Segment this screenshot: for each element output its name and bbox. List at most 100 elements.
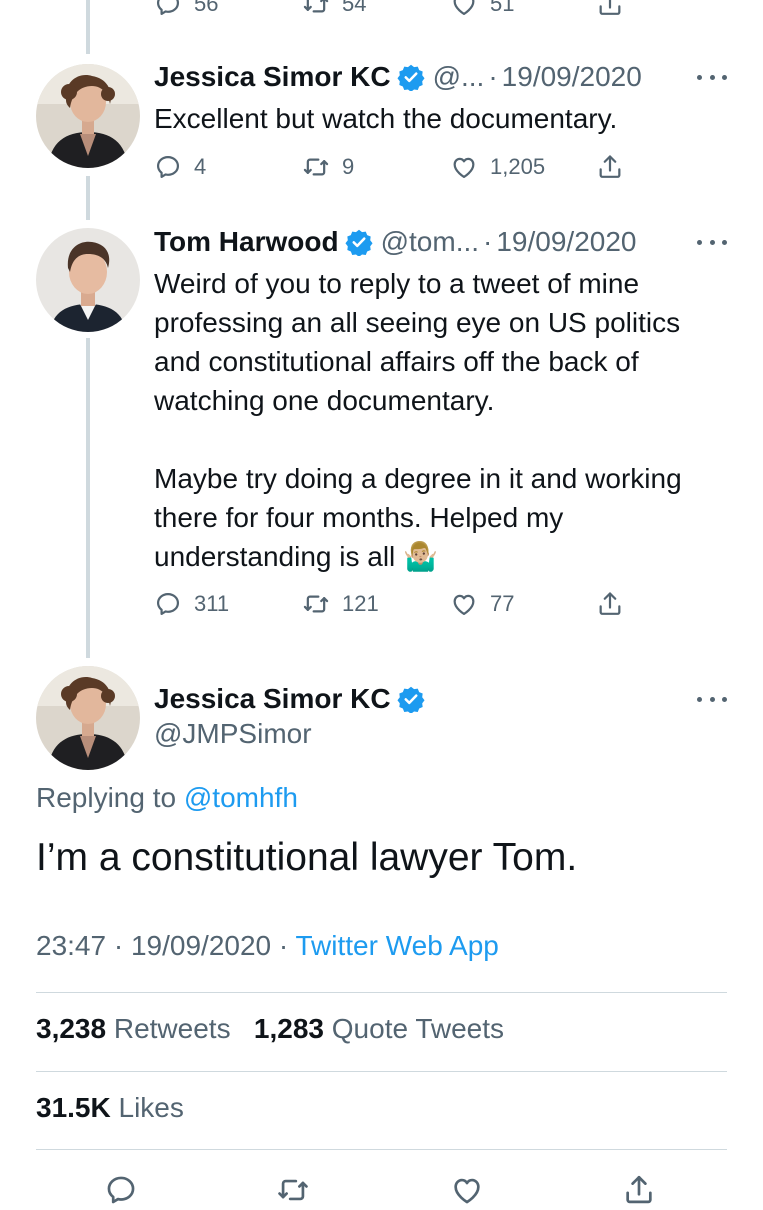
main-tweet-text: I’m a constitutional lawyer Tom. (36, 836, 578, 879)
share-icon (599, 0, 621, 15)
tweet1-separator: · (488, 61, 498, 92)
retweet-icon (303, 595, 329, 613)
tweet2-text: Weird of you to reply to a tweet of mine… (154, 264, 682, 576)
tweet2-text-line: watching one documentary. (154, 385, 495, 416)
verified-badge-icon (397, 685, 425, 713)
reply-icon (156, 592, 180, 616)
tweet2-share-button[interactable] (596, 584, 624, 624)
main-share-button[interactable] (622, 1170, 656, 1210)
main-tweet-meta: 23:47 · 19/09/2020 · Twitter Web App (36, 930, 499, 962)
quote-tweets-stat[interactable]: 1,283 Quote Tweets (254, 1013, 504, 1044)
prev-share-button[interactable] (596, 0, 624, 24)
prev-retweet-button[interactable]: 54 (302, 0, 366, 24)
tweet1-name[interactable]: Jessica Simor KC (154, 61, 391, 93)
prev-like-count: 51 (490, 0, 515, 16)
main-tweet-handle[interactable]: @JMPSimor (154, 718, 312, 750)
retweet-icon (303, 0, 329, 13)
quote-tweets-label: Quote Tweets (331, 1013, 505, 1044)
reply-icon (107, 1176, 135, 1204)
tweet2-retweet-count: 121 (342, 591, 379, 616)
verified-badge-icon (345, 228, 373, 256)
tweet2-header: Tom Harwood @tom... · 19/09/2020 (154, 222, 637, 262)
prev-reply-count: 56 (194, 0, 219, 16)
divider (36, 1149, 727, 1150)
main-tweet-header: Jessica Simor KC (154, 679, 425, 719)
replying-to-label: Replying to (36, 782, 177, 813)
main-reply-button[interactable] (104, 1170, 138, 1210)
tweet2-actions: 311 121 77 (154, 584, 634, 624)
avatar-jessica-main[interactable] (36, 666, 140, 770)
likes-count: 31.5K (36, 1092, 111, 1123)
divider (36, 992, 727, 993)
tweet2-text-line: Weird of you to reply to a tweet of mine (154, 268, 640, 299)
likes-label: Likes (118, 1092, 184, 1123)
tweet2-text-line: and constitutional affairs off the back … (154, 346, 639, 377)
more-icon[interactable] (697, 694, 727, 704)
prev-like-button[interactable]: 51 (450, 0, 514, 24)
tweet1-actions: 4 9 1,205 (154, 147, 634, 187)
tweet2-text-line: professing an all seeing eye on US polit… (154, 307, 681, 338)
tweet2-like-button[interactable]: 77 (450, 584, 514, 624)
avatar-tom[interactable] (36, 228, 140, 332)
tweet1-date[interactable]: 19/09/2020 (502, 61, 642, 93)
tweet1-share-button[interactable] (596, 147, 624, 187)
more-icon[interactable] (697, 72, 727, 82)
divider (36, 1071, 727, 1072)
tweet2-name[interactable]: Tom Harwood (154, 226, 339, 258)
main-tweet-name[interactable]: Jessica Simor KC (154, 683, 391, 715)
main-tweet-time[interactable]: 23:47 (36, 930, 106, 961)
thread-line-2 (86, 338, 90, 658)
avatar-jessica-1[interactable] (36, 64, 140, 168)
tweet2-retweet-button[interactable]: 121 (302, 584, 379, 624)
share-icon (599, 155, 621, 178)
prev-reply-button[interactable]: 56 (154, 0, 218, 24)
tweet1-text: Excellent but watch the documentary. (154, 103, 618, 134)
prev-tweet-actions: 56 54 51 (154, 0, 634, 24)
reply-icon (156, 0, 180, 16)
main-tweet-actions (0, 1170, 763, 1210)
tweet2-text-line: Maybe try doing a degree in it and worki… (154, 463, 682, 494)
tweet1-handle[interactable]: @... (433, 61, 485, 93)
tweet2-reply-count: 311 (194, 591, 230, 616)
retweets-count: 3,238 (36, 1013, 107, 1044)
tweet1-retweet-count: 9 (342, 154, 355, 179)
main-tweet-date[interactable]: 19/09/2020 (131, 930, 271, 961)
prev-retweet-count: 54 (342, 0, 367, 16)
tweet2-reply-button[interactable]: 311 (154, 584, 229, 624)
replying-to: Replying to @tomhfh (36, 782, 298, 814)
avatar-jessica-image (36, 666, 140, 770)
avatar-jessica-image (36, 64, 140, 168)
avatar-tom-image (36, 228, 140, 332)
like-icon (453, 0, 475, 16)
more-icon[interactable] (697, 237, 727, 247)
shrug-emoji: 🤷🏼‍♂️ (403, 541, 438, 572)
likes-stat[interactable]: 31.5K Likes (36, 1092, 184, 1124)
retweets-stat[interactable]: 3,238 Retweets (36, 1013, 231, 1044)
main-like-button[interactable] (450, 1170, 484, 1210)
like-icon (454, 1178, 480, 1204)
like-icon (453, 157, 475, 179)
tweet2-separator: · (483, 226, 493, 257)
replying-to-handle-link[interactable]: @tomhfh (184, 782, 298, 813)
tweet1-header: Jessica Simor KC @... · 19/09/2020 (154, 57, 642, 97)
reply-icon (156, 155, 180, 179)
tweet1-reply-button[interactable]: 4 (154, 147, 206, 187)
tweet2-text-line-last: understanding is all 🤷🏼‍♂️ (154, 537, 682, 576)
retweet-icon (278, 1179, 308, 1201)
tweet1-like-button[interactable]: 1,205 (450, 147, 545, 187)
tweet1-like-count: 1,205 (490, 154, 546, 179)
meta-separator: · (113, 930, 124, 961)
quote-tweets-count: 1,283 (253, 1013, 324, 1044)
tweet2-handle[interactable]: @tom... (381, 226, 479, 258)
like-icon (453, 594, 475, 616)
verified-badge-icon (397, 63, 425, 91)
main-tweet-source-link[interactable]: Twitter Web App (296, 930, 499, 961)
tweet1-retweet-button[interactable]: 9 (302, 147, 354, 187)
tweet2-text-tail: understanding is all (154, 541, 396, 572)
engagement-stats: 3,238 Retweets 1,283 Quote Tweets (36, 1013, 504, 1045)
tweet2-date[interactable]: 19/09/2020 (496, 226, 636, 258)
share-icon (599, 592, 621, 615)
meta-separator: · (278, 930, 289, 961)
main-retweet-button[interactable] (276, 1170, 310, 1210)
thread-line-top (86, 0, 90, 54)
